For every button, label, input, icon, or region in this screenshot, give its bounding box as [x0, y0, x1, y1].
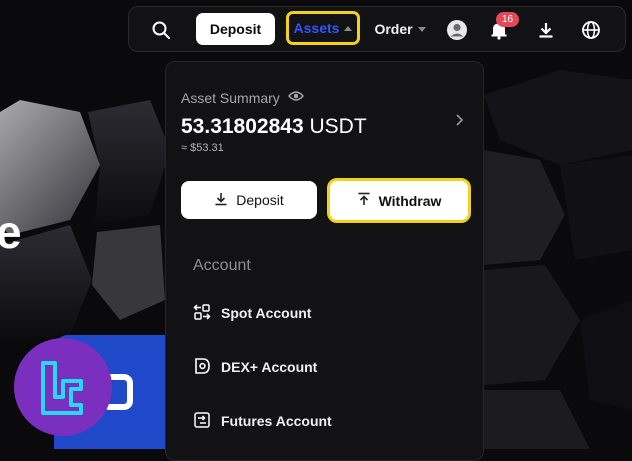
menu-item-futures-account[interactable]: Futures Account: [193, 408, 332, 434]
balance-currency: USDT: [309, 115, 367, 138]
fiat-equivalent: ≈ $53.31: [181, 142, 224, 154]
download-icon[interactable]: [534, 18, 558, 42]
menu-item-spot-account[interactable]: Spot Account: [193, 300, 311, 326]
menu-item-label: Spot Account: [221, 305, 312, 321]
asset-summary-label: Asset Summary: [181, 90, 280, 106]
assets-menu-button[interactable]: Assets: [286, 11, 360, 45]
upload-arrow-icon: [357, 192, 371, 209]
transfer-icon: [193, 303, 211, 324]
top-navbar: Deposit Assets Order 16: [128, 6, 626, 52]
chevron-right-icon[interactable]: [451, 112, 467, 128]
asset-summary-header: Asset Summary: [181, 89, 304, 107]
globe-icon[interactable]: [579, 18, 603, 42]
balance-value: 53.31802843: [181, 115, 304, 138]
deposit-button-label: Deposit: [236, 192, 284, 208]
total-balance: 53.31802843 USDT: [181, 115, 367, 139]
order-label: Order: [374, 21, 413, 37]
hero-partial-text: e: [0, 206, 22, 258]
search-icon[interactable]: [149, 18, 173, 42]
brand-logo: [14, 338, 112, 436]
notification-badge: 16: [496, 12, 519, 27]
caret-up-icon: [344, 25, 353, 31]
download-arrow-icon: [214, 192, 228, 209]
withdraw-button[interactable]: Withdraw: [327, 178, 471, 223]
caret-down-icon: [417, 26, 426, 32]
account-section-title: Account: [193, 257, 251, 274]
assets-label: Assets: [293, 20, 340, 36]
menu-item-dex-account[interactable]: DEX+ Account: [193, 354, 317, 380]
avatar-icon[interactable]: [445, 18, 469, 42]
deposit-button[interactable]: Deposit: [181, 181, 317, 219]
futures-icon: [193, 411, 211, 432]
menu-item-label: DEX+ Account: [221, 359, 318, 375]
brand-logo-icon: [41, 361, 83, 415]
assets-dropdown-panel: Asset Summary 53.31802843 USDT ≈ $53.31 …: [165, 61, 484, 461]
withdraw-button-label: Withdraw: [378, 192, 442, 209]
dex-icon: [193, 357, 211, 378]
eye-icon[interactable]: [287, 89, 304, 107]
order-menu-button[interactable]: Order: [370, 16, 430, 42]
menu-item-label: Futures Account: [221, 413, 332, 429]
nav-deposit-button[interactable]: Deposit: [196, 13, 275, 45]
